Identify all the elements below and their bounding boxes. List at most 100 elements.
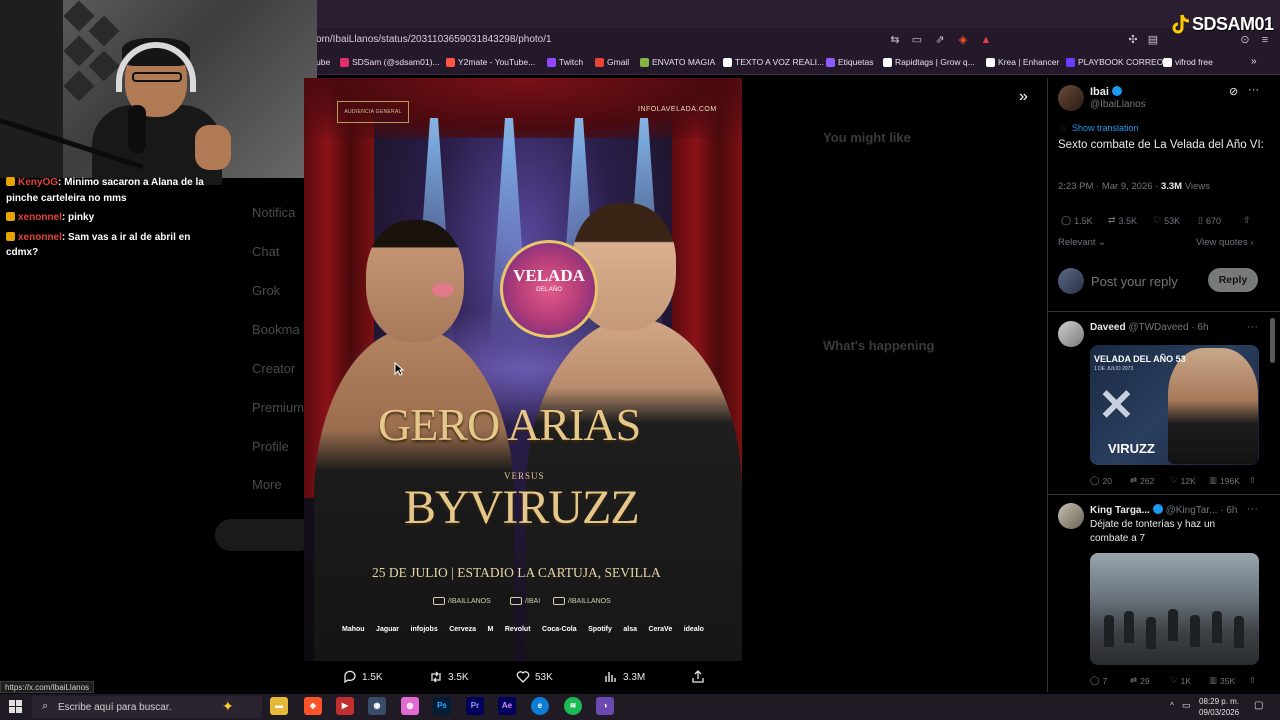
like-action[interactable]: 53K bbox=[516, 670, 553, 684]
reply-reply-stat[interactable]: ◯ 7 bbox=[1090, 675, 1107, 686]
share-icon[interactable]: ⇗ bbox=[933, 33, 947, 47]
bookmark-instagram[interactable]: SDSam (@sdsam01)... bbox=[340, 57, 440, 67]
bookmark-rapidtags[interactable]: Rapidtags | Grow q... bbox=[883, 57, 975, 67]
spotify-icon[interactable]: ≋ bbox=[564, 697, 582, 715]
repost-icon: ⇄ bbox=[1130, 675, 1138, 685]
photos-icon[interactable]: ◍ bbox=[401, 697, 419, 715]
chat-message: xenonnel: Sam vas a ir al de abril en cd… bbox=[6, 230, 206, 261]
tweet-share-stat[interactable]: ⇧ bbox=[1243, 215, 1251, 226]
dim-post-button bbox=[215, 519, 315, 551]
glasses bbox=[132, 72, 182, 82]
obs-icon[interactable]: ◉ bbox=[368, 697, 386, 715]
reply-icon: ◯ bbox=[1061, 215, 1072, 225]
edge-icon[interactable]: e bbox=[531, 697, 549, 715]
reply-image-name: VIRUZZ bbox=[1108, 441, 1155, 456]
reply-repost-stat[interactable]: ⇄ 29 bbox=[1130, 675, 1150, 686]
screen-icon[interactable]: ▭ bbox=[910, 33, 924, 47]
bookmark-krea[interactable]: Krea | Enhancer bbox=[986, 57, 1059, 67]
tweet-meta: 2:23 PM · Mar 9, 2026 · 3.3M Views bbox=[1058, 181, 1210, 192]
menu-icon[interactable]: ≡ bbox=[1258, 33, 1272, 47]
bookmark-etiquetas[interactable]: Etiquetas bbox=[826, 57, 873, 67]
tweet-like-stat[interactable]: ♡ 53K bbox=[1153, 215, 1180, 226]
network-icon[interactable]: ▭ bbox=[1182, 700, 1191, 711]
brave-shield-icon[interactable]: ◈ bbox=[956, 33, 970, 47]
url-text[interactable]: om/IbaiLlanos/status/2031103659031843298… bbox=[316, 34, 552, 45]
brave-browser-icon[interactable]: ◈ bbox=[304, 697, 322, 715]
reply-input[interactable] bbox=[1091, 272, 1201, 290]
my-avatar bbox=[1058, 268, 1084, 294]
reply-avatar[interactable] bbox=[1058, 321, 1084, 347]
bookmark-vifrod[interactable]: vifrod free bbox=[1163, 57, 1213, 67]
dim-nav-profile: Profile bbox=[252, 439, 289, 454]
sponsor: Spotify bbox=[588, 626, 612, 633]
reply-button[interactable]: Reply bbox=[1208, 268, 1258, 292]
brave-rewards-icon[interactable]: ▲ bbox=[979, 33, 993, 47]
more-options-icon[interactable]: ··· bbox=[1247, 503, 1258, 515]
tray-arrow-icon[interactable]: ^ bbox=[1170, 701, 1174, 710]
bookmark-y2mate[interactable]: Y2mate - YouTube... bbox=[446, 57, 535, 67]
views-action[interactable]: 3.3M bbox=[604, 670, 645, 684]
taskbar-clock[interactable]: 08:29 p. m. 09/03/2026 bbox=[1199, 696, 1239, 718]
repost-icon: ⇄ bbox=[1108, 215, 1116, 225]
reply-reply-stat[interactable]: ◯ 20 bbox=[1090, 475, 1112, 486]
dim-nav-chat: Chat bbox=[252, 244, 280, 259]
reply-repost-stat[interactable]: ⇄ 262 bbox=[1130, 475, 1154, 486]
show-translation-link[interactable]: Show translation bbox=[1072, 123, 1139, 133]
bookmark-twitch[interactable]: Twitch bbox=[547, 57, 583, 67]
expand-panel-icon[interactable]: » bbox=[1019, 88, 1028, 106]
extensions-icon[interactable]: ✣ bbox=[1126, 33, 1140, 47]
bookmark-envato[interactable]: ENVATO MAGIA bbox=[640, 57, 715, 67]
photoshop-icon[interactable]: Ps bbox=[433, 697, 451, 715]
bookmark-gmail[interactable]: Gmail bbox=[595, 57, 629, 67]
reply-like-stat[interactable]: ♡ 12K bbox=[1170, 475, 1196, 486]
tweet-reply-stat[interactable]: ◯ 1.5K bbox=[1061, 215, 1093, 226]
reply-author[interactable]: Daveed @TWDaveed · 6h bbox=[1090, 322, 1209, 333]
reply-like-stat[interactable]: ♡ 1K bbox=[1170, 675, 1191, 686]
sidebar-icon[interactable]: ▤ bbox=[1146, 33, 1160, 47]
translate-icon[interactable]: ⇆ bbox=[888, 33, 902, 47]
reply-share-stat[interactable]: ⇧ bbox=[1249, 475, 1256, 486]
grok-icon[interactable]: ⊘ bbox=[1229, 85, 1238, 98]
view-quotes-link[interactable]: View quotes › bbox=[1196, 237, 1253, 248]
copilot-sparkle-icon[interactable]: ✦ bbox=[222, 698, 234, 715]
scrollbar[interactable] bbox=[1270, 318, 1275, 363]
streaming-app-icon[interactable]: ▶ bbox=[336, 697, 354, 715]
share-action[interactable] bbox=[691, 670, 705, 684]
bookmark-playbook[interactable]: PLAYBOOK CORREO bbox=[1066, 57, 1163, 67]
author-avatar[interactable] bbox=[1058, 85, 1084, 111]
views-chart-icon bbox=[605, 672, 616, 682]
taskbar-search[interactable]: ⌕ Escribe aquí para buscar. ✦ bbox=[32, 696, 262, 718]
repost-action[interactable]: 3.5K bbox=[429, 670, 469, 684]
social-tiktok: /IBAILLANOS bbox=[553, 597, 611, 605]
wallet-icon[interactable]: ⊙ bbox=[1238, 33, 1252, 47]
reply-action[interactable]: 1.5K bbox=[343, 670, 383, 684]
file-explorer-icon[interactable]: ▬ bbox=[270, 697, 288, 715]
bookmark-youtube[interactable]: ube bbox=[316, 57, 330, 67]
tweet-bookmark-stat[interactable]: ▯ 670 bbox=[1198, 215, 1221, 226]
reply-avatar[interactable] bbox=[1058, 503, 1084, 529]
premiere-icon[interactable]: Pr bbox=[466, 697, 484, 715]
bookmark-icon: ▯ bbox=[1198, 215, 1203, 225]
tweet-repost-stat[interactable]: ⇄ 3.5K bbox=[1108, 215, 1137, 226]
reply-share-stat[interactable]: ⇧ bbox=[1249, 675, 1256, 686]
more-options-icon[interactable]: ··· bbox=[1248, 84, 1259, 96]
sort-replies-dropdown[interactable]: Relevant ⌄ bbox=[1058, 237, 1106, 248]
chat-text: : pinky bbox=[61, 212, 95, 223]
reply-views-stat[interactable]: ▥ 35K bbox=[1209, 675, 1235, 686]
sponsor: Cerveza bbox=[449, 626, 477, 633]
more-options-icon[interactable]: ··· bbox=[1247, 321, 1258, 333]
dim-nav-notifications: Notifica bbox=[252, 205, 296, 220]
author-handle[interactable]: @IbaiLlanos bbox=[1090, 99, 1146, 110]
sponsor-row: Mahou Jaguar infojobs Cerveza M Revolut … bbox=[342, 626, 704, 633]
bookmark-texto-voz[interactable]: TEXTO A VOZ REALI... bbox=[723, 57, 824, 67]
app-icon[interactable]: ◑ bbox=[596, 697, 614, 715]
reply-views-stat[interactable]: ▥ 196K bbox=[1209, 475, 1240, 486]
bookmarks-overflow-icon[interactable]: » bbox=[1251, 56, 1257, 67]
reply-text: Déjate de tonterías y haz un combate a 7 bbox=[1090, 519, 1216, 544]
reply-image[interactable] bbox=[1090, 553, 1259, 665]
reply-author[interactable]: King Targa... @KingTar... · 6h bbox=[1090, 504, 1237, 516]
windows-start-icon[interactable] bbox=[9, 700, 22, 713]
author-name[interactable]: Ibai bbox=[1090, 86, 1122, 98]
notifications-icon[interactable]: ▢ bbox=[1254, 700, 1263, 711]
after-effects-icon[interactable]: Ae bbox=[498, 697, 516, 715]
